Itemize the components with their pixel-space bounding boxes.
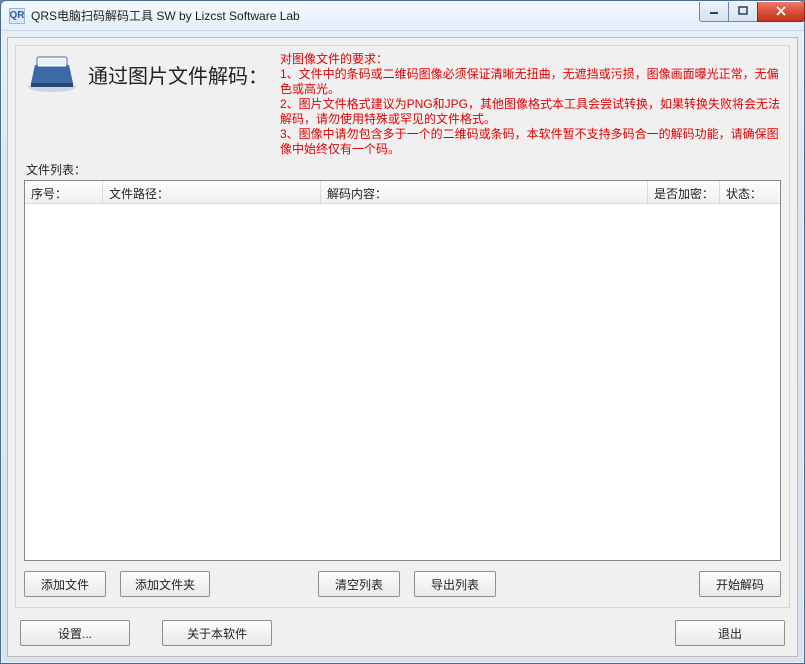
add-folder-button[interactable]: 添加文件夹 — [120, 571, 210, 597]
add-file-button[interactable]: 添加文件 — [24, 571, 106, 597]
window-controls — [700, 2, 805, 22]
settings-button[interactable]: 设置... — [20, 620, 130, 646]
main-group: 通过图片文件解码： 对图像文件的要求： 1、文件中的条码或二维码图像必须保证清晰… — [15, 45, 790, 608]
start-decode-button[interactable]: 开始解码 — [699, 571, 781, 597]
table-header: 序号： 文件路径： 解码内容： 是否加密： 状态： — [25, 181, 780, 204]
scanner-icon — [24, 52, 80, 94]
table-body[interactable] — [25, 204, 780, 560]
app-window: QR QRS电脑扫码解码工具 SW by Lizcst Software Lab — [0, 0, 805, 664]
col-status[interactable]: 状态： — [720, 181, 780, 203]
req-line-3: 3、图像中请勿包含多于一个的二维码或条码，本软件暂不支持多码合一的解码功能，请确… — [280, 127, 781, 157]
req-title: 对图像文件的要求： — [280, 52, 781, 67]
window-title: QRS电脑扫码解码工具 SW by Lizcst Software Lab — [31, 7, 700, 24]
req-line-2: 2、图片文件格式建议为PNG和JPG，其他图像格式本工具会尝试转换，如果转换失败… — [280, 97, 781, 127]
exit-button[interactable]: 退出 — [675, 620, 785, 646]
minimize-button[interactable] — [699, 2, 729, 22]
file-list-table[interactable]: 序号： 文件路径： 解码内容： 是否加密： 状态： — [24, 180, 781, 561]
col-content[interactable]: 解码内容： — [321, 181, 648, 203]
titlebar[interactable]: QR QRS电脑扫码解码工具 SW by Lizcst Software Lab — [1, 1, 804, 31]
clear-list-button[interactable]: 清空列表 — [318, 571, 400, 597]
page-heading: 通过图片文件解码： — [88, 52, 268, 89]
col-path[interactable]: 文件路径： — [103, 181, 321, 203]
export-list-button[interactable]: 导出列表 — [414, 571, 496, 597]
bottom-bar: 设置... 关于本软件 退出 — [8, 614, 797, 656]
about-button[interactable]: 关于本软件 — [162, 620, 272, 646]
req-line-1: 1、文件中的条码或二维码图像必须保证清晰无扭曲，无遮挡或污损，图像画面曝光正常，… — [280, 67, 781, 97]
close-button[interactable] — [757, 2, 805, 22]
file-list-label: 文件列表： — [26, 161, 781, 178]
requirements-text: 对图像文件的要求： 1、文件中的条码或二维码图像必须保证清晰无扭曲，无遮挡或污损… — [276, 52, 781, 157]
client-area: 通过图片文件解码： 对图像文件的要求： 1、文件中的条码或二维码图像必须保证清晰… — [7, 37, 798, 657]
list-button-row: 添加文件 添加文件夹 清空列表 导出列表 开始解码 — [24, 571, 781, 597]
maximize-button[interactable] — [728, 2, 758, 22]
col-index[interactable]: 序号： — [25, 181, 103, 203]
header-row: 通过图片文件解码： 对图像文件的要求： 1、文件中的条码或二维码图像必须保证清晰… — [24, 52, 781, 157]
app-icon: QR — [9, 8, 25, 24]
col-encrypted[interactable]: 是否加密： — [648, 181, 720, 203]
